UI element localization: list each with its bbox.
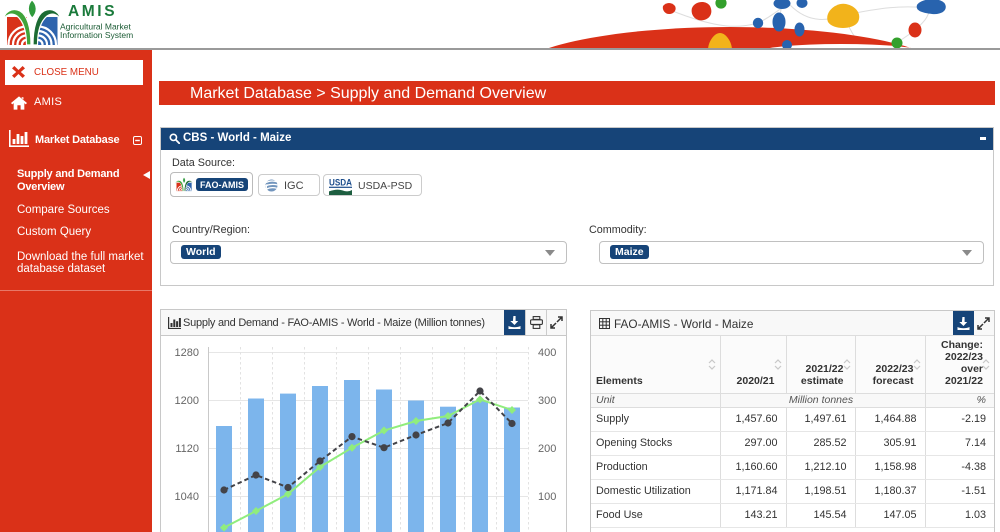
svg-text:Information System: Information System xyxy=(60,30,133,40)
svg-text:100: 100 xyxy=(538,491,556,503)
svg-text:1280: 1280 xyxy=(175,347,199,359)
svg-text:1040: 1040 xyxy=(175,491,199,503)
svg-text:1200: 1200 xyxy=(175,395,199,407)
svg-text:300: 300 xyxy=(538,395,556,407)
svg-text:AMIS: AMIS xyxy=(68,3,117,20)
svg-text:400: 400 xyxy=(538,347,556,359)
svg-text:1120: 1120 xyxy=(175,443,199,455)
svg-text:200: 200 xyxy=(538,443,556,455)
